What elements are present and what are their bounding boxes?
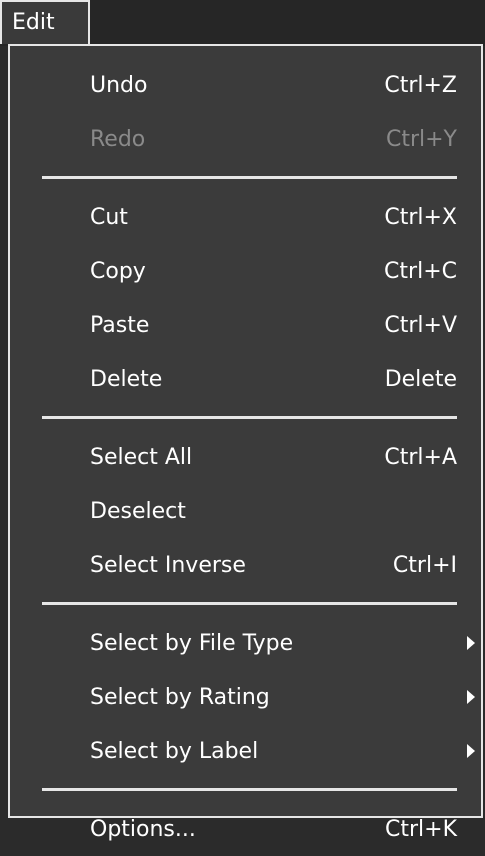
menu-item-label: Copy (90, 259, 146, 284)
menu-item-redo: Redo Ctrl+Y (10, 112, 481, 166)
menu-item-shortcut: Ctrl+Z (384, 73, 457, 98)
menu-item-label: Options... (90, 817, 196, 842)
menu-item-options[interactable]: Options... Ctrl+K (10, 802, 481, 856)
menu-item-shortcut: Ctrl+K (384, 817, 457, 842)
menu-item-shortcut: Ctrl+V (384, 313, 457, 338)
menu-item-label: Redo (90, 127, 146, 152)
menu-item-delete[interactable]: Delete Delete (10, 352, 481, 406)
menu-item-select-inverse[interactable]: Select Inverse Ctrl+I (10, 538, 481, 592)
menu-item-label: Select All (90, 445, 193, 470)
menu-item-paste[interactable]: Paste Ctrl+V (10, 298, 481, 352)
menu-item-label: Cut (90, 205, 128, 230)
menu-item-shortcut: Ctrl+Y (385, 127, 457, 152)
menu-item-label: Deselect (90, 499, 186, 524)
menu-item-shortcut: Ctrl+A (384, 445, 457, 470)
menu-item-deselect[interactable]: Deselect (10, 484, 481, 538)
menu-item-label: Paste (90, 313, 150, 338)
menu-item-label: Select Inverse (90, 553, 246, 578)
edit-dropdown-menu: Undo Ctrl+Z Redo Ctrl+Y Cut Ctrl+X Copy … (8, 44, 483, 842)
menu-item-label: Select by File Type (90, 631, 294, 656)
menu-items-container: Undo Ctrl+Z Redo Ctrl+Y Cut Ctrl+X Copy … (10, 58, 481, 856)
menu-item-select-all[interactable]: Select All Ctrl+A (10, 430, 481, 484)
menu-separator (10, 592, 481, 616)
menu-item-shortcut: Ctrl+C (384, 259, 457, 284)
menu-separator (10, 778, 481, 802)
menu-item-select-by-rating[interactable]: Select by Rating (10, 670, 481, 724)
menu-item-label: Select by Label (90, 739, 259, 764)
menu-item-cut[interactable]: Cut Ctrl+X (10, 190, 481, 244)
menu-separator (10, 166, 481, 190)
menu-item-shortcut: Ctrl+X (384, 205, 457, 230)
menu-item-shortcut: Delete (384, 367, 457, 392)
menu-item-undo[interactable]: Undo Ctrl+Z (10, 58, 481, 112)
submenu-arrow-icon (467, 744, 475, 758)
menu-item-shortcut: Ctrl+I (392, 553, 457, 578)
menu-bar: Edit (0, 0, 485, 46)
menu-item-label: Delete (90, 367, 163, 392)
menu-item-select-by-label[interactable]: Select by Label (10, 724, 481, 778)
edit-menu-tab[interactable]: Edit (0, 0, 90, 44)
menu-item-label: Undo (90, 73, 148, 98)
submenu-arrow-icon (467, 636, 475, 650)
menu-separator (10, 406, 481, 430)
submenu-arrow-icon (467, 690, 475, 704)
menu-item-copy[interactable]: Copy Ctrl+C (10, 244, 481, 298)
menu-item-select-by-file-type[interactable]: Select by File Type (10, 616, 481, 670)
menu-item-label: Select by Rating (90, 685, 270, 710)
